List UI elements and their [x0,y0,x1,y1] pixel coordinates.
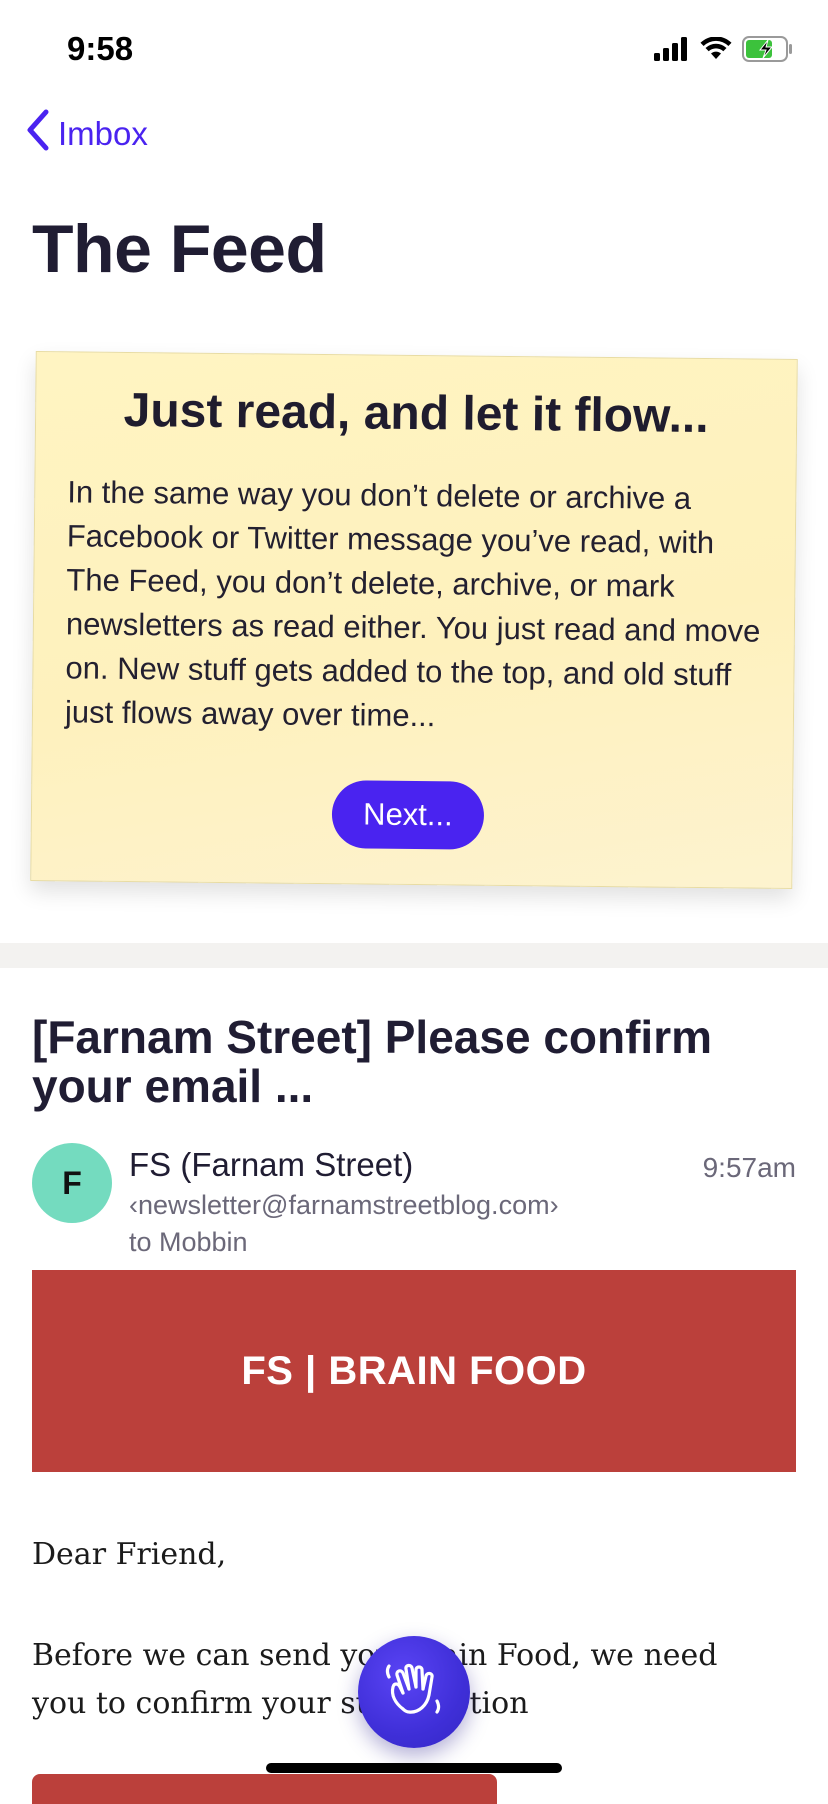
section-divider [0,943,828,968]
tip-card: Just read, and let it flow... In the sam… [30,351,798,889]
confirm-subscription-button[interactable] [32,1774,497,1804]
waving-hand-icon [381,1657,447,1728]
next-button[interactable]: Next... [331,780,485,850]
email-time: 9:57am [702,1152,796,1183]
recipient-line: to Mobbin [129,1227,248,1257]
banner-text: FS | BRAIN FOOD [241,1348,587,1393]
avatar[interactable]: F [32,1143,112,1223]
email-subject: [Farnam Street] Please confirm your emai… [32,1011,713,1112]
newsletter-banner: FS | BRAIN FOOD [32,1270,796,1472]
sender-address: ‹newsletter@farnamstreetblog.com› [129,1190,559,1220]
status-time: 9:58 [67,30,134,67]
battery-charging-icon [742,36,794,67]
chevron-left-icon [24,108,52,160]
back-label: Imbox [58,115,148,152]
wave-fab-button[interactable] [358,1636,470,1748]
status-icons [654,36,794,67]
signal-icon [654,37,690,66]
tip-heading: Just read, and let it flow... [123,383,709,444]
home-indicator [266,1763,562,1773]
page-title: The Feed [32,211,327,287]
wifi-icon [700,36,732,66]
sender-name[interactable]: FS (Farnam Street) [129,1146,413,1184]
email-greeting: Dear Friend, [32,1537,227,1572]
tip-body: In the same way you don’t delete or arch… [64,474,761,734]
status-bar: 9:58 [0,0,828,100]
back-button[interactable]: Imbox [24,108,148,160]
